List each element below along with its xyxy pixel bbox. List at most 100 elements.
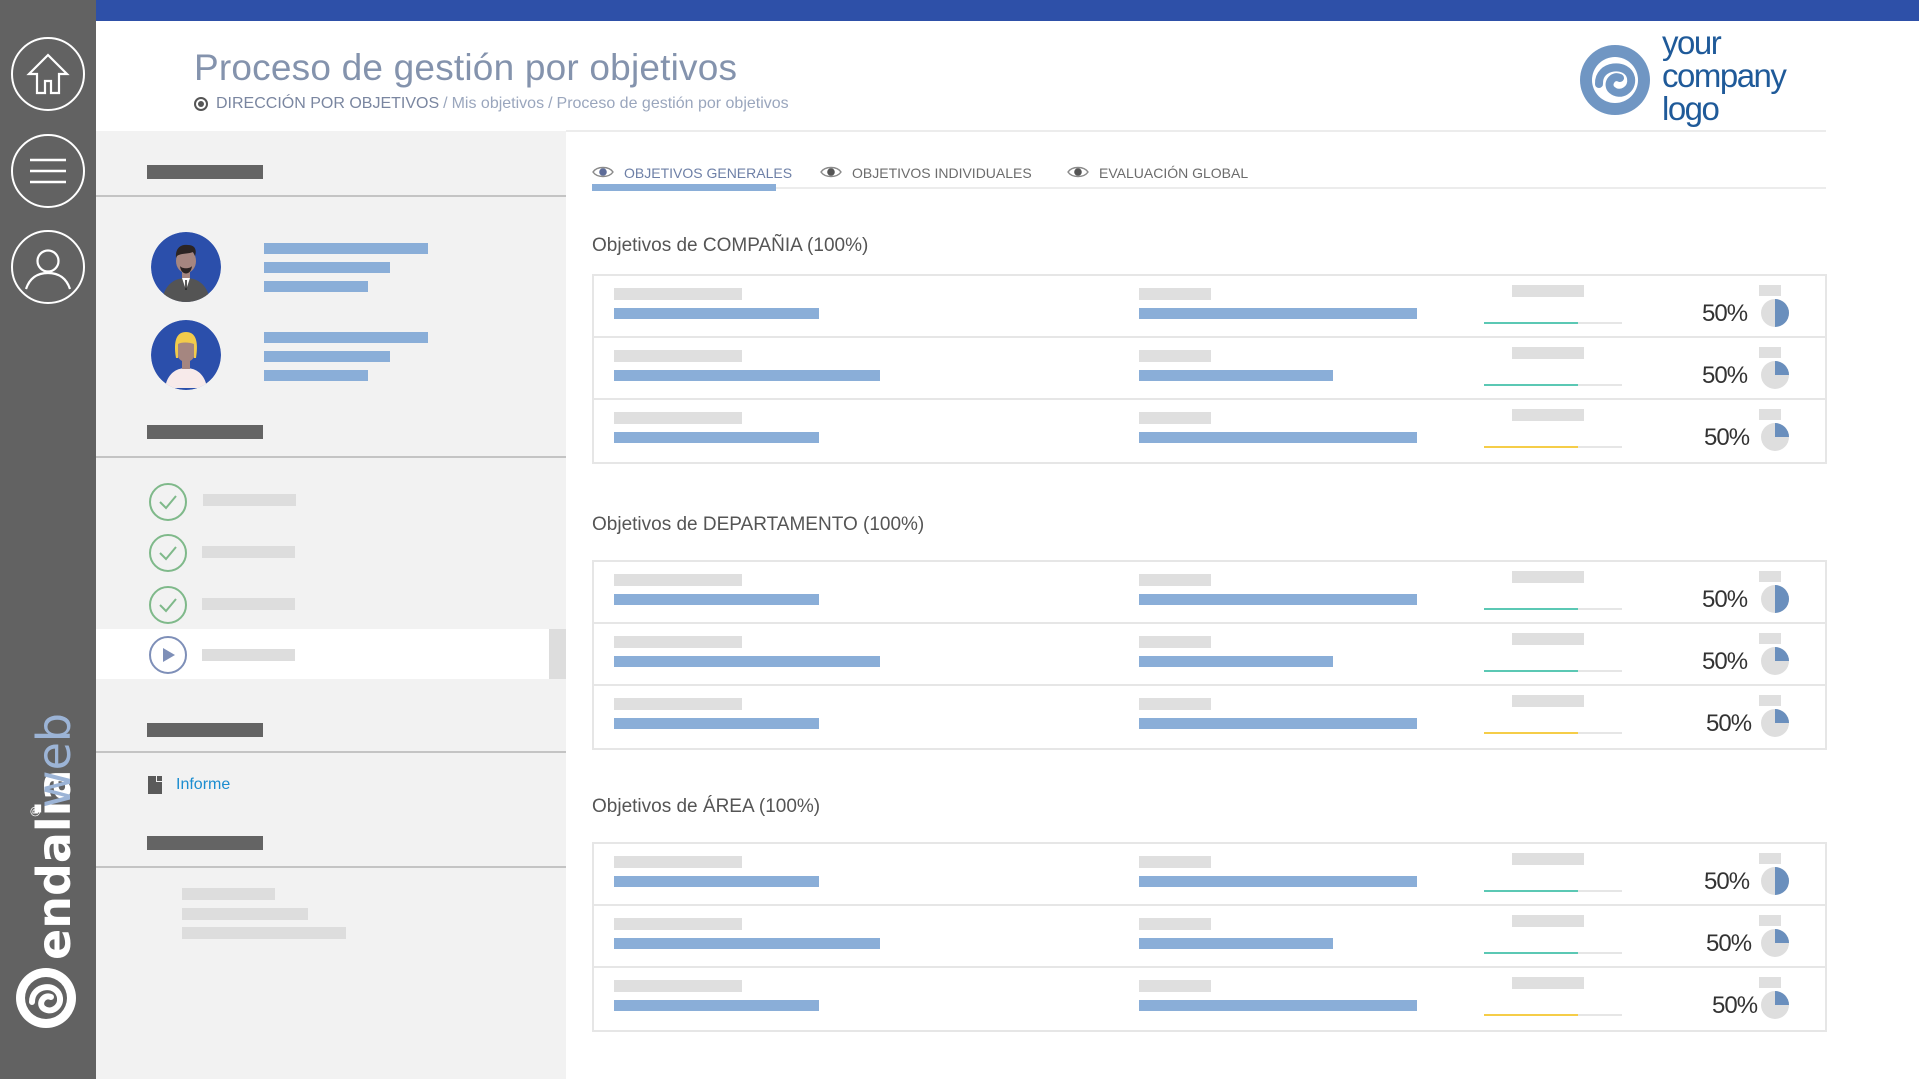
step-label-placeholder xyxy=(203,494,296,506)
weight-percent: 50% xyxy=(1702,362,1748,389)
progress-bar xyxy=(1484,608,1622,610)
objective-row[interactable]: 50% xyxy=(594,968,1825,1030)
step-label-placeholder xyxy=(202,546,295,558)
objective-row[interactable]: 50% xyxy=(594,906,1825,968)
pie-slice xyxy=(1775,585,1789,613)
pie-slice xyxy=(1775,299,1789,327)
step-completed[interactable] xyxy=(148,533,188,573)
company-swirl-icon xyxy=(1580,45,1650,115)
objective-title-placeholder xyxy=(614,980,742,992)
objective-owner-placeholder xyxy=(1139,918,1211,930)
objective-title-placeholder xyxy=(614,288,742,300)
tab-objetivos-generales[interactable]: OBJETIVOS GENERALES xyxy=(592,161,793,191)
document-icon xyxy=(148,776,162,794)
endalia-web-logo: endalia ® web xyxy=(0,670,96,1040)
step-completed[interactable] xyxy=(148,585,188,625)
progress-bar xyxy=(1484,384,1622,386)
breadcrumb-separator: / xyxy=(443,95,448,112)
progress-label-placeholder xyxy=(1512,571,1584,583)
progress-fill xyxy=(1484,732,1578,734)
completion-pie xyxy=(1761,647,1789,675)
objective-owner-placeholder xyxy=(1139,412,1211,424)
objective-row[interactable]: 50% xyxy=(594,400,1825,462)
pie-slice xyxy=(1775,929,1789,943)
tab-evaluacion-global[interactable]: EVALUACIÓN GLOBAL xyxy=(1067,161,1248,189)
weight-percent: 50% xyxy=(1704,424,1750,451)
step-completed[interactable] xyxy=(148,482,188,522)
user-icon xyxy=(24,249,72,290)
progress-bar xyxy=(1484,670,1622,672)
company-logo: your company logo xyxy=(1578,22,1798,132)
objective-description-placeholder xyxy=(614,1000,819,1011)
sidebar-section-heading xyxy=(147,425,263,439)
progress-fill xyxy=(1484,890,1578,892)
progress-bar xyxy=(1484,732,1622,734)
progress-label-placeholder xyxy=(1512,915,1584,927)
objective-metric-placeholder xyxy=(1139,938,1333,949)
radio-dot-icon xyxy=(194,97,208,111)
report-link-label[interactable]: Informe xyxy=(176,776,230,794)
menu-button[interactable] xyxy=(11,134,85,208)
objective-row[interactable]: 50% xyxy=(594,686,1825,748)
breadcrumb-item[interactable]: Mis objetivos xyxy=(452,95,544,113)
completion-pie xyxy=(1761,709,1789,737)
person-role-placeholder xyxy=(264,262,390,273)
progress-fill xyxy=(1484,608,1578,610)
person-detail-placeholder xyxy=(264,281,368,292)
home-icon xyxy=(26,53,70,95)
objective-metric-placeholder xyxy=(1139,308,1417,319)
logo-line: company xyxy=(1662,57,1787,94)
objective-title-placeholder xyxy=(614,574,742,586)
step-current[interactable] xyxy=(148,635,188,675)
objectives-table: 50% 50% 50% xyxy=(592,560,1827,750)
objective-row[interactable]: 50% xyxy=(594,624,1825,686)
objective-owner-placeholder xyxy=(1139,980,1211,992)
company-logo-text: your company logo xyxy=(1662,26,1787,127)
divider xyxy=(96,195,566,197)
weight-label-placeholder xyxy=(1759,571,1781,582)
eye-icon xyxy=(1067,166,1089,178)
divider xyxy=(96,866,566,868)
home-button[interactable] xyxy=(11,37,85,111)
objective-metric-placeholder xyxy=(1139,370,1333,381)
text-placeholder xyxy=(182,888,275,900)
report-link[interactable]: Informe xyxy=(148,776,230,794)
progress-fill xyxy=(1484,384,1578,386)
objective-owner-placeholder xyxy=(1139,288,1211,300)
check-circle-icon xyxy=(149,483,187,521)
breadcrumb-root[interactable]: DIRECCIÓN POR OBJETIVOS xyxy=(216,95,439,113)
progress-bar xyxy=(1484,952,1622,954)
objective-owner-placeholder xyxy=(1139,350,1211,362)
tab-label: OBJETIVOS GENERALES xyxy=(624,165,793,181)
avatar-man[interactable] xyxy=(151,232,221,302)
weight-percent: 50% xyxy=(1704,868,1750,895)
tab-label: OBJETIVOS INDIVIDUALES xyxy=(852,165,1032,181)
divider xyxy=(96,456,566,458)
profile-button[interactable] xyxy=(11,230,85,304)
completion-pie xyxy=(1761,585,1789,613)
pie-slice xyxy=(1775,647,1789,661)
sidebar-scroll-handle[interactable] xyxy=(549,629,566,679)
progress-bar xyxy=(1484,890,1622,892)
weight-percent: 50% xyxy=(1712,992,1758,1019)
tab-label: EVALUACIÓN GLOBAL xyxy=(1099,165,1249,181)
objective-row[interactable]: 50% xyxy=(594,844,1825,906)
objective-metric-placeholder xyxy=(1139,718,1417,729)
breadcrumb-current: Proceso de gestión por objetivos xyxy=(556,95,789,112)
progress-fill xyxy=(1484,446,1578,448)
avatar-woman[interactable] xyxy=(151,320,221,390)
logo-line: logo xyxy=(1662,90,1720,127)
objective-row[interactable]: 50% xyxy=(594,562,1825,624)
weight-percent: 50% xyxy=(1702,648,1748,675)
tab-objetivos-individuales[interactable]: OBJETIVOS INDIVIDUALES xyxy=(820,161,1032,189)
eye-icon xyxy=(592,166,614,178)
progress-label-placeholder xyxy=(1512,977,1584,989)
objective-title-placeholder xyxy=(614,412,742,424)
completion-pie xyxy=(1761,299,1789,327)
pie-slice xyxy=(1775,423,1789,437)
objective-metric-placeholder xyxy=(1139,656,1333,667)
objective-row[interactable]: 50% xyxy=(594,338,1825,400)
objective-row[interactable]: 50% xyxy=(594,276,1825,338)
text-placeholder xyxy=(182,908,308,920)
progress-bar xyxy=(1484,1014,1622,1016)
